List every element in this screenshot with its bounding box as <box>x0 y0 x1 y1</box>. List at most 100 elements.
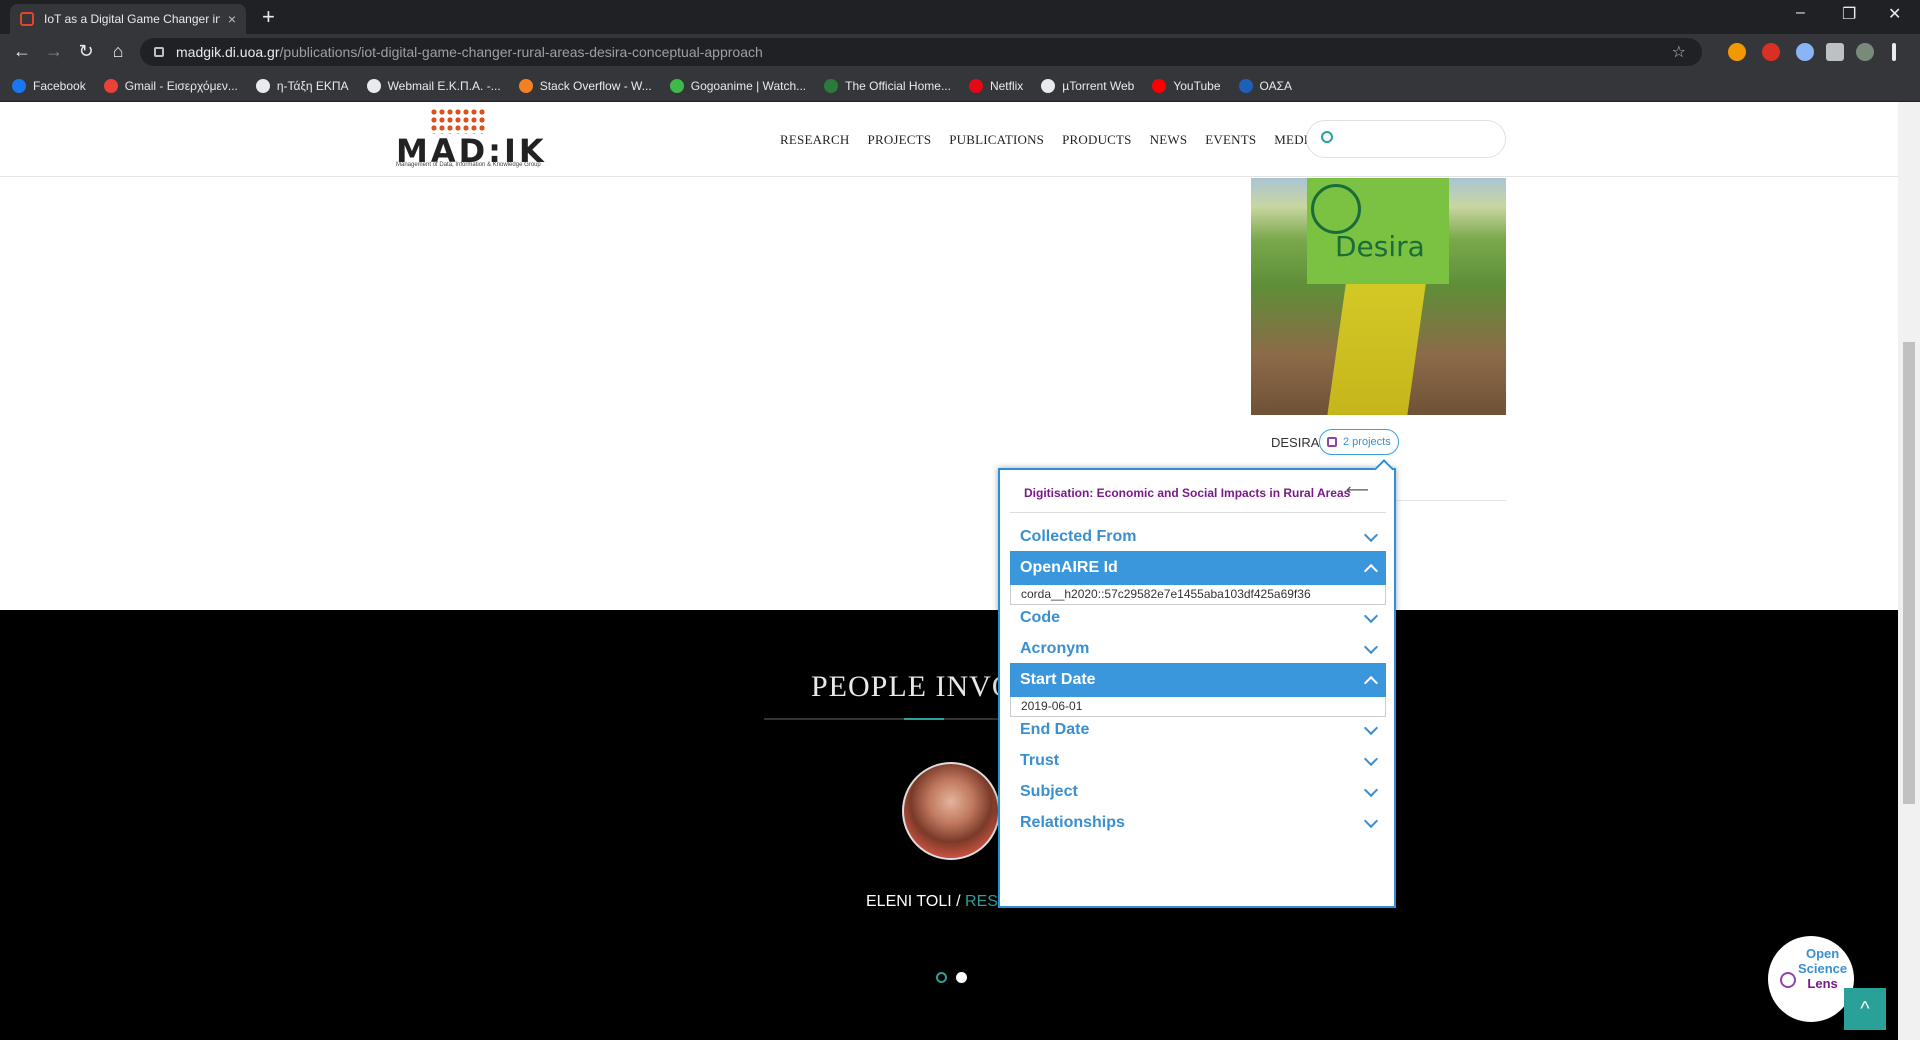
url-path: /publications/iot-digital-game-changer-r… <box>279 44 763 60</box>
menu-kebab-icon[interactable] <box>1892 43 1896 61</box>
bookmark-favicon-icon <box>1152 78 1167 93</box>
puzzle-extensions-icon[interactable] <box>1826 43 1844 61</box>
bookmark-item[interactable]: Facebook <box>12 78 86 93</box>
bookmark-item[interactable]: Webmail Ε.Κ.Π.Α. -... <box>366 78 501 93</box>
rss-extension-icon[interactable] <box>1728 43 1746 61</box>
tab-bar: IoT as a Digital Game Changer in × + – ❐… <box>0 0 1920 34</box>
logo-dots-icon <box>430 108 486 134</box>
chevron-down-icon <box>1363 608 1379 624</box>
accordion-openaire-id[interactable]: OpenAIRE Id <box>1010 551 1386 585</box>
logo-tagline: Management of Data, Information & Knowle… <box>396 162 541 168</box>
open-science-lens-widget[interactable]: Open Science Lens <box>1768 936 1854 1022</box>
accordion-trust[interactable]: Trust <box>1010 744 1386 778</box>
chevron-down-icon <box>1363 813 1379 829</box>
new-tab-button[interactable]: + <box>262 4 275 30</box>
window-restore-button[interactable]: ❐ <box>1842 4 1856 24</box>
window-minimize-button[interactable]: – <box>1796 4 1805 22</box>
browser-tab[interactable]: IoT as a Digital Game Changer in × <box>10 4 246 34</box>
bookmark-item[interactable]: µTorrent Web <box>1041 78 1134 93</box>
back-arrow-icon[interactable]: ← <box>10 41 34 62</box>
bookmark-favicon-icon <box>255 78 270 93</box>
bookmark-favicon-icon <box>366 78 381 93</box>
accordion-end-date[interactable]: End Date <box>1010 713 1386 747</box>
tab-title: IoT as a Digital Game Changer in <box>44 12 220 26</box>
back-arrow-icon[interactable]: ⟵ <box>1346 480 1369 500</box>
project-image[interactable]: Desira <box>1251 178 1506 415</box>
bookmarks-bar: Facebook Gmail - Εισερχόμεν... η-Τάξη ΕΚ… <box>0 70 1920 102</box>
chevron-up-icon <box>1363 675 1379 691</box>
accordion-subject[interactable]: Subject <box>1010 775 1386 809</box>
bookmark-item[interactable]: Gmail - Εισερχόμεν... <box>103 78 238 93</box>
chevron-up-icon <box>1363 563 1379 579</box>
home-icon[interactable]: ⌂ <box>106 41 130 62</box>
popup-divider <box>1010 512 1386 513</box>
popup-arrow <box>1374 459 1394 479</box>
back-to-top-button[interactable]: ^ <box>1844 988 1886 1030</box>
carousel-dot-active[interactable] <box>956 972 967 983</box>
accordion-relationships[interactable]: Relationships <box>1010 806 1386 840</box>
projects-badge[interactable]: 2 projects <box>1319 429 1399 455</box>
people-title: PEOPLE INVO <box>811 670 1015 703</box>
page-scrollbar[interactable] <box>1898 102 1920 1040</box>
profile-avatar-icon[interactable] <box>1856 43 1874 61</box>
chevron-down-icon <box>1363 720 1379 736</box>
desira-brand-text: Desira <box>1335 230 1425 263</box>
bookmark-item[interactable]: Stack Overflow - W... <box>518 78 652 93</box>
chevron-down-icon <box>1363 639 1379 655</box>
nav-events[interactable]: EVENTS <box>1205 132 1256 148</box>
bookmark-favicon-icon <box>12 78 26 93</box>
nav-news[interactable]: NEWS <box>1150 132 1188 148</box>
desira-leaf-icon <box>1311 184 1361 234</box>
carousel-dots <box>936 972 976 983</box>
bookmark-favicon-icon <box>669 78 684 93</box>
forward-arrow-icon[interactable]: → <box>42 41 66 62</box>
search-icon <box>1321 131 1333 143</box>
site-search-input[interactable] <box>1306 120 1506 158</box>
popup-title[interactable]: Digitisation: Economic and Social Impact… <box>1024 486 1350 500</box>
nav-research[interactable]: RESEARCH <box>780 132 850 148</box>
scrollbar-thumb[interactable] <box>1903 342 1915 804</box>
bookmark-star-icon[interactable]: ☆ <box>1672 42 1686 62</box>
nav-publications[interactable]: PUBLICATIONS <box>949 132 1044 148</box>
bookmark-item[interactable]: Gogoanime | Watch... <box>669 78 806 93</box>
bookmark-favicon-icon <box>1238 78 1253 93</box>
chevron-down-icon <box>1363 782 1379 798</box>
lock-icon <box>154 47 164 57</box>
extension-icon[interactable] <box>1796 43 1814 61</box>
bookmark-item[interactable]: η-Τάξη ΕΚΠΑ <box>255 78 349 93</box>
bookmark-item[interactable]: YouTube <box>1152 78 1221 93</box>
bookmark-favicon-icon <box>518 78 533 93</box>
carousel-dot[interactable] <box>936 972 947 983</box>
extension-badge-icon[interactable] <box>1762 43 1780 61</box>
url-host: madgik.di.uoa.gr <box>176 44 280 60</box>
window-close-button[interactable]: ✕ <box>1888 4 1901 24</box>
accordion-acronym[interactable]: Acronym <box>1010 632 1386 666</box>
person-name[interactable]: ELENI TOLI / RESE <box>866 893 1009 911</box>
bookmark-favicon-icon <box>1041 78 1056 93</box>
tab-close-icon[interactable]: × <box>228 11 236 27</box>
project-caption: DESIRA <box>1271 435 1320 450</box>
madgik-logo[interactable]: MAD:IK Management of Data, Information &… <box>394 108 564 172</box>
bookmark-favicon-icon <box>824 78 839 93</box>
avatar[interactable] <box>902 762 1000 860</box>
browser-toolbar: ← → ↻ ⌂ madgik.di.uoa.gr/publications/io… <box>0 34 1920 70</box>
page-viewport: MAD:IK Management of Data, Information &… <box>0 102 1898 1040</box>
project-details-popup: Digitisation: Economic and Social Impact… <box>998 459 1396 908</box>
accordion-start-date[interactable]: Start Date <box>1010 663 1386 697</box>
site-header: MAD:IK Management of Data, Information &… <box>0 102 1898 177</box>
nav-projects[interactable]: PROJECTS <box>868 132 932 148</box>
accordion-collected-from[interactable]: Collected From <box>1010 520 1386 554</box>
chevron-down-icon <box>1363 751 1379 767</box>
bookmark-item[interactable]: ΟΑΣΑ <box>1238 78 1292 93</box>
main-nav: RESEARCH PROJECTS PUBLICATIONS PRODUCTS … <box>780 132 1336 148</box>
bookmark-item[interactable]: The Official Home... <box>824 78 951 93</box>
address-bar[interactable]: madgik.di.uoa.gr/publications/iot-digita… <box>140 38 1702 66</box>
bookmark-item[interactable]: Netflix <box>968 78 1023 93</box>
openaire-icon <box>1780 972 1796 988</box>
desira-brand-box: Desira <box>1307 178 1449 284</box>
reload-icon[interactable]: ↻ <box>74 41 98 62</box>
nav-products[interactable]: PRODUCTS <box>1062 132 1132 148</box>
title-underline <box>764 718 1014 720</box>
accordion-code[interactable]: Code <box>1010 601 1386 635</box>
chevron-down-icon <box>1363 527 1379 543</box>
